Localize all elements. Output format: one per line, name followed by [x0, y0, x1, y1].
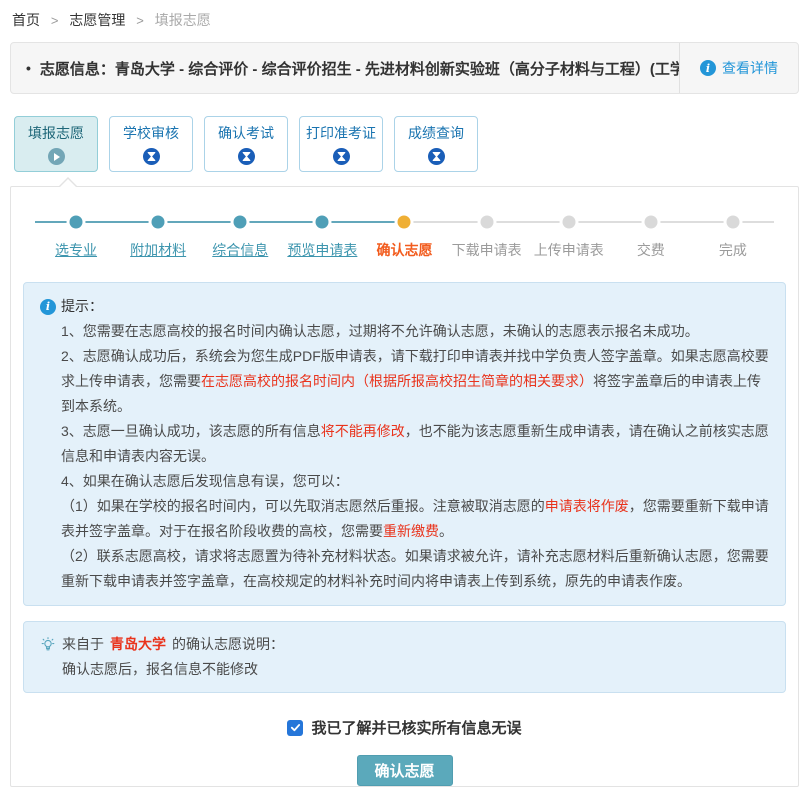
stepper: 选专业 附加材料 综合信息预览申请表确认志愿下载申请表上传申请表 交费 完成: [11, 187, 798, 260]
step-label: 交费: [637, 240, 665, 260]
tip-line: 3、志愿一旦确认成功，该志愿的所有信息将不能再修改，也不能为该志愿重新生成申请表…: [40, 419, 769, 469]
step-label: 完成: [719, 240, 747, 260]
breadcrumb-home[interactable]: 首页: [12, 12, 40, 28]
tab[interactable]: 学校审核: [109, 116, 193, 172]
step-label: 下载申请表: [452, 240, 522, 260]
step-label: 确认志愿: [376, 240, 432, 260]
step-pending: 交费: [610, 213, 692, 260]
step-dot-icon: [398, 216, 411, 229]
tips-box: i 提示： 1、您需要在志愿高校的报名时间内确认志愿，过期将不允许确认志愿，未确…: [23, 282, 786, 606]
step-dot-icon: [562, 216, 575, 229]
tip-text: （1）如果在学校的报名时间内，可以先取消志愿然后重报。注意被取消志愿的: [61, 498, 545, 514]
step-label[interactable]: 预览申请表: [287, 240, 357, 260]
tab-label: 打印准考证: [306, 123, 376, 143]
step-label[interactable]: 附加材料: [130, 240, 186, 260]
tip-text: （2）联系志愿高校，请求将志愿置为待补充材料状态。如果请求被允许，请补充志愿材料…: [61, 548, 769, 589]
tip-text: 4、如果在确认志愿后发现信息有误，您可以：: [61, 473, 349, 489]
school-note-suffix: 的确认志愿说明：: [172, 632, 284, 657]
step-label[interactable]: 综合信息: [212, 240, 268, 260]
volunteer-info-label: 志愿信息：: [40, 58, 115, 79]
tip-line: 1、您需要在志愿高校的报名时间内确认志愿，过期将不允许确认志愿，未确认的志愿表示…: [40, 319, 769, 344]
tab-label: 填报志愿: [28, 123, 84, 143]
main-panel: 选专业附加材料综合信息预览申请表确认志愿下载申请表上传申请表交费完成 i 提示：…: [10, 186, 799, 787]
info-circle-icon: i: [40, 299, 56, 315]
tab-label: 学校审核: [123, 123, 179, 143]
tab[interactable]: 打印准考证: [299, 116, 383, 172]
step-pending: 完成: [692, 213, 774, 260]
tips-title-row: i 提示：: [40, 294, 769, 319]
tip-highlight-text: 在志愿高校的报名时间内（根据所报高校招生简章的相关要求）: [201, 373, 593, 389]
step-done: 综合信息: [199, 213, 281, 260]
step-label: 上传申请表: [534, 240, 604, 260]
lightbulb-icon: [40, 637, 56, 653]
hourglass-circle-icon: [428, 148, 445, 165]
tip-text: 。: [439, 523, 453, 539]
school-note-head: 来自于 青岛大学 的确认志愿说明：: [40, 632, 769, 657]
step-dot-icon: [726, 216, 739, 229]
tab-bar: 填报志愿 学校审核 确认考试 打印准考证 成绩查询: [14, 116, 799, 172]
step-done: 选专业: [35, 213, 117, 260]
view-details-button[interactable]: i 查看详情: [679, 43, 798, 93]
tip-line: 2、志愿确认成功后，系统会为您生成PDF版申请表，请下载打印申请表并找中学负责人…: [40, 344, 769, 419]
school-note-prefix: 来自于: [62, 632, 104, 657]
step-current: 确认志愿: [363, 213, 445, 260]
check-icon: [290, 722, 301, 733]
breadcrumb-separator-icon: >: [51, 13, 59, 28]
tab[interactable]: 确认考试: [204, 116, 288, 172]
hourglass-circle-icon: [333, 148, 350, 165]
breadcrumb-current-page: 填报志愿: [155, 12, 211, 28]
step-dot-icon: [70, 216, 83, 229]
volunteer-info-value: 青岛大学 - 综合评价 - 综合评价招生 - 先进材料创新实验班（高分子材料与工…: [115, 58, 679, 79]
confirm-checkbox[interactable]: [287, 720, 303, 736]
info-circle-icon: i: [700, 60, 716, 76]
tip-highlight-text: 申请表将作废: [545, 498, 629, 514]
step-dot-icon: [152, 216, 165, 229]
tip-text: 1、您需要在志愿高校的报名时间内确认志愿，过期将不允许确认志愿，未确认的志愿表示…: [61, 323, 699, 339]
step-dot-icon: [234, 216, 247, 229]
tab-label: 成绩查询: [408, 123, 464, 143]
step-pending: 下载申请表: [446, 213, 528, 260]
hourglass-circle-icon: [143, 148, 160, 165]
step-dot-icon: [316, 216, 329, 229]
school-note-content: 确认志愿后，报名信息不能修改: [40, 657, 769, 682]
tips-lines: 1、您需要在志愿高校的报名时间内确认志愿，过期将不允许确认志愿，未确认的志愿表示…: [40, 319, 769, 594]
breadcrumb-separator-icon: >: [136, 13, 144, 28]
tip-text: 3、志愿一旦确认成功，该志愿的所有信息: [61, 423, 321, 439]
confirm-volunteer-button[interactable]: 确认志愿: [357, 755, 453, 786]
tip-line: 4、如果在确认志愿后发现信息有误，您可以：: [40, 469, 769, 494]
breadcrumb-volunteer-management[interactable]: 志愿管理: [69, 12, 125, 28]
step-dot-icon: [480, 216, 493, 229]
tab[interactable]: 填报志愿: [14, 116, 98, 172]
step-done: 预览申请表: [281, 213, 363, 260]
confirm-checkbox-label: 我已了解并已核实所有信息无误: [311, 717, 521, 738]
step-pending: 上传申请表: [528, 213, 610, 260]
step-dot-icon: [644, 216, 657, 229]
volunteer-info-bar: • 志愿信息： 青岛大学 - 综合评价 - 综合评价招生 - 先进材料创新实验班…: [10, 42, 799, 94]
play-circle-icon: [48, 148, 65, 165]
view-details-label: 查看详情: [722, 58, 778, 78]
tab[interactable]: 成绩查询: [394, 116, 478, 172]
step-done: 附加材料: [117, 213, 199, 260]
step-label[interactable]: 选专业: [55, 240, 97, 260]
school-name: 青岛大学: [110, 632, 166, 657]
tip-highlight-text: 将不能再修改: [321, 423, 405, 439]
school-note-box: 来自于 青岛大学 的确认志愿说明： 确认志愿后，报名信息不能修改: [23, 621, 786, 693]
tip-highlight-text: 重新缴费: [383, 523, 439, 539]
tip-line: （1）如果在学校的报名时间内，可以先取消志愿然后重报。注意被取消志愿的申请表将作…: [40, 494, 769, 544]
breadcrumb: 首页 > 志愿管理 > 填报志愿: [10, 8, 799, 42]
page: 首页 > 志愿管理 > 填报志愿 • 志愿信息： 青岛大学 - 综合评价 - 综…: [0, 0, 809, 795]
bullet-icon: •: [26, 60, 31, 76]
tip-line: （2）联系志愿高校，请求将志愿置为待补充材料状态。如果请求被允许，请补充志愿材料…: [40, 544, 769, 594]
confirm-row: 我已了解并已核实所有信息无误: [11, 717, 798, 738]
volunteer-info-text: • 志愿信息： 青岛大学 - 综合评价 - 综合评价招生 - 先进材料创新实验班…: [11, 43, 679, 93]
tips-title: 提示：: [61, 294, 103, 319]
tab-label: 确认考试: [218, 123, 274, 143]
hourglass-circle-icon: [238, 148, 255, 165]
